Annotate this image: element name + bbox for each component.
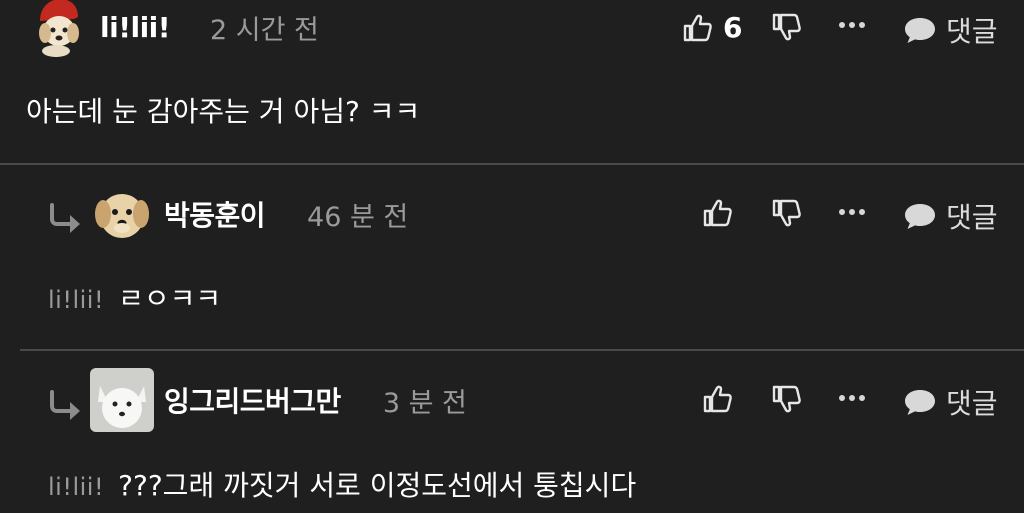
more-dots-icon bbox=[838, 393, 866, 403]
timestamp: 3 분 전 bbox=[382, 387, 467, 419]
speech-bubble-icon bbox=[902, 201, 938, 231]
timestamp: 2 시간 전 bbox=[210, 14, 319, 46]
thumbs-down-icon bbox=[770, 11, 802, 43]
comment-header: 잉그리드버그만 3 분 전 bbox=[90, 368, 467, 432]
thumbs-down-icon bbox=[770, 383, 802, 415]
reply-label: 댓글 bbox=[946, 201, 998, 234]
comment-body: ㄹㅇㅋㅋ bbox=[118, 282, 222, 315]
username[interactable]: 박동훈이 bbox=[164, 194, 266, 234]
reply-button[interactable]: 댓글 bbox=[902, 196, 998, 236]
reply-arrow-icon bbox=[48, 203, 84, 233]
username[interactable]: 잉그리드버그만 bbox=[164, 380, 341, 420]
like-button[interactable] bbox=[701, 197, 733, 229]
thumbs-up-icon bbox=[681, 12, 713, 44]
dislike-button[interactable] bbox=[770, 383, 802, 415]
username[interactable]: li!lii! bbox=[100, 11, 171, 44]
more-dots-icon bbox=[838, 20, 866, 30]
avatar[interactable] bbox=[90, 182, 154, 246]
more-button[interactable] bbox=[838, 20, 866, 30]
comment-text: li!lii! ???그래 까짓거 서로 이정도선에서 퉁칩시다 bbox=[48, 464, 636, 504]
thumbs-up-icon bbox=[701, 197, 733, 229]
more-dots-icon bbox=[838, 207, 866, 217]
thumbs-up-icon bbox=[701, 383, 733, 415]
comment: li!lii! 2 시간 전 6 댓글 아는데 눈 감아주는 거 아님? ㅋㅋ bbox=[0, 0, 1024, 163]
dislike-button[interactable] bbox=[770, 11, 802, 43]
dislike-button[interactable] bbox=[770, 197, 802, 229]
speech-bubble-icon bbox=[902, 15, 938, 45]
reply-label: 댓글 bbox=[946, 15, 998, 48]
reply-comment: 박동훈이 46 분 전 댓글 li!lii! ㄹㅇㅋㅋ bbox=[0, 165, 1024, 350]
comment-body: ???그래 까짓거 서로 이정도선에서 퉁칩시다 bbox=[118, 469, 637, 502]
comment-text: li!lii! ㄹㅇㅋㅋ bbox=[48, 277, 221, 317]
reply-arrow-icon bbox=[48, 390, 84, 420]
thumbs-down-icon bbox=[770, 197, 802, 229]
comment-text: 아는데 눈 감아주는 거 아님? ㅋㅋ bbox=[26, 95, 421, 128]
timestamp: 46 분 전 bbox=[307, 201, 409, 233]
mention-tag[interactable]: li!lii! bbox=[48, 473, 104, 501]
like-count: 6 bbox=[723, 11, 743, 44]
more-button[interactable] bbox=[838, 207, 866, 217]
reply-button[interactable]: 댓글 bbox=[902, 10, 998, 50]
reply-comment: 잉그리드버그만 3 분 전 댓글 li!lii! ???그래 까짓거 서로 이정도… bbox=[0, 352, 1024, 513]
like-button[interactable]: 6 bbox=[681, 11, 742, 44]
avatar[interactable] bbox=[90, 368, 154, 432]
avatar[interactable] bbox=[26, 0, 90, 59]
like-button[interactable] bbox=[701, 383, 733, 415]
comment-header: li!lii! 2 시간 전 bbox=[26, 0, 319, 59]
more-button[interactable] bbox=[838, 393, 866, 403]
comment-header: 박동훈이 46 분 전 bbox=[90, 182, 408, 246]
speech-bubble-icon bbox=[902, 387, 938, 417]
mention-tag[interactable]: li!lii! bbox=[48, 286, 104, 314]
reply-button[interactable]: 댓글 bbox=[902, 382, 998, 422]
divider bbox=[20, 349, 1024, 351]
reply-label: 댓글 bbox=[946, 387, 998, 420]
